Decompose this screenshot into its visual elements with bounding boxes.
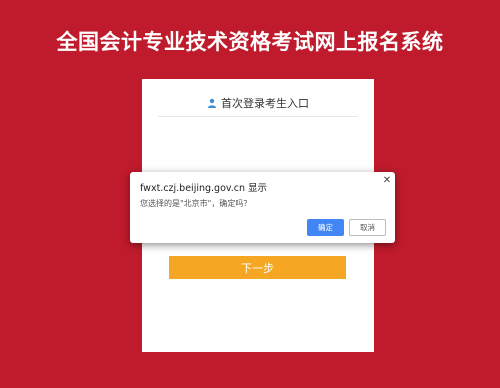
dialog-message: 您选择的是"北京市"，确定吗？: [140, 199, 252, 208]
page-title: 全国会计专业技术资格考试网上报名系统: [56, 30, 444, 54]
card-header-label: 首次登录考生入口: [221, 97, 309, 110]
dialog-title: fwxt.czj.beijing.gov.cn 显示: [140, 183, 268, 194]
next-step-button[interactable]: 下一步: [169, 256, 346, 279]
ok-button[interactable]: 确定: [307, 219, 344, 236]
card-header: 首次登录考生入口: [158, 93, 358, 113]
card-divider: [158, 116, 358, 117]
close-icon[interactable]: ✕: [382, 176, 392, 186]
confirm-dialog: fwxt.czj.beijing.gov.cn 显示 ✕ 您选择的是"北京市"，…: [130, 172, 395, 243]
user-icon: [207, 98, 217, 108]
cancel-button[interactable]: 取消: [349, 219, 386, 236]
